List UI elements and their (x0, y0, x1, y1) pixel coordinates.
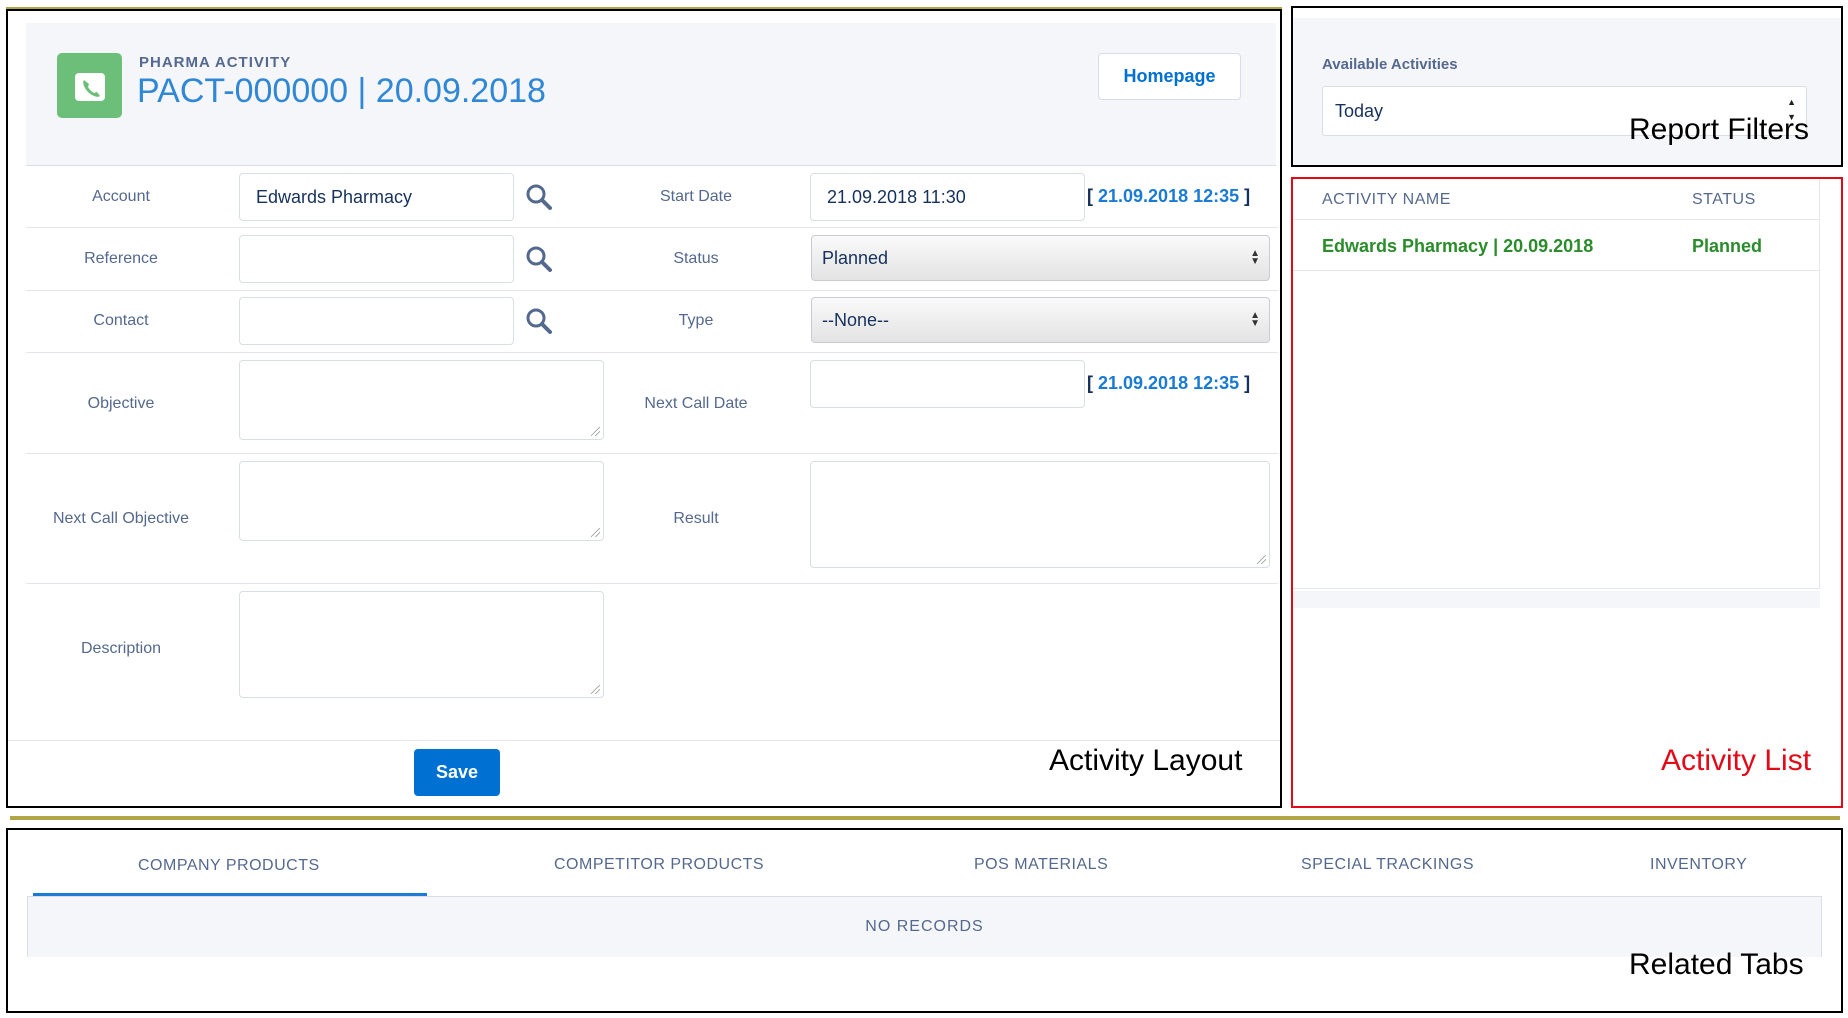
tab-inventory[interactable]: INVENTORY (1650, 856, 1747, 874)
search-icon[interactable] (524, 244, 554, 274)
select-arrows-icon: ▲ ▼ (1250, 310, 1260, 329)
no-records-message: NO RECORDS (865, 918, 984, 935)
type-label: Type (678, 312, 714, 329)
status-label: Status (673, 250, 719, 267)
report-filters-caption: Report Filters (1629, 113, 1810, 146)
available-activities-label: Available Activities (1322, 56, 1458, 73)
account-label: Account (92, 188, 150, 205)
save-button[interactable]: Save (414, 749, 500, 796)
row-divider (1293, 270, 1820, 271)
contact-label: Contact (93, 312, 149, 329)
result-textarea[interactable] (810, 461, 1270, 568)
footer-divider (8, 740, 1280, 741)
account-input[interactable]: Edwards Pharmacy (239, 173, 514, 221)
reference-label: Reference (84, 250, 158, 267)
horizontal-scrollbar[interactable] (1293, 591, 1820, 608)
objective-textarea[interactable] (239, 360, 604, 440)
row-divider (26, 290, 1278, 291)
next-call-date-link-text[interactable]: 21.09.2018 12:35 (1098, 373, 1239, 393)
result-label: Result (673, 510, 719, 527)
description-label: Description (80, 640, 162, 657)
tab-company-products[interactable]: COMPANY PRODUCTS (138, 857, 320, 875)
contact-input[interactable] (239, 297, 514, 345)
middle-separator (10, 816, 1840, 820)
row-divider (26, 352, 1278, 353)
account-value: Edwards Pharmacy (256, 186, 413, 207)
search-icon[interactable] (524, 306, 554, 336)
activity-list-caption: Activity List (1661, 744, 1812, 777)
start-date-label: Start Date (659, 188, 733, 205)
type-value: --None-- (822, 309, 890, 330)
status-select[interactable]: Planned ▲ ▼ (811, 235, 1270, 281)
homepage-button[interactable]: Homepage (1098, 53, 1241, 100)
reference-input[interactable] (239, 235, 514, 283)
start-date-input[interactable]: 21.09.2018 11:30 (810, 173, 1085, 221)
tab-pos-materials[interactable]: POS MATERIALS (974, 856, 1108, 874)
next-call-date-now-link[interactable]: [ 21.09.2018 12:35 ] (1087, 373, 1250, 394)
start-date-link-text[interactable]: 21.09.2018 12:35 (1098, 186, 1239, 206)
header-divider (1293, 219, 1820, 220)
tab-special-trackings[interactable]: SPECIAL TRACKINGS (1301, 856, 1474, 874)
objective-label: Objective (87, 395, 155, 412)
activity-layout-caption: Activity Layout (1049, 744, 1243, 777)
object-type-label: PHARMA ACTIVITY (139, 54, 292, 71)
tab-competitor-products[interactable]: COMPETITOR PRODUCTS (554, 856, 764, 874)
phone-icon (57, 53, 122, 118)
row-divider (26, 583, 1278, 584)
column-header-status[interactable]: STATUS (1692, 191, 1756, 209)
row-divider (26, 227, 1278, 228)
select-arrows-icon: ▲ ▼ (1250, 248, 1260, 267)
type-select[interactable]: --None-- ▲ ▼ (811, 297, 1270, 343)
start-date-now-link[interactable]: [ 21.09.2018 12:35 ] (1087, 186, 1250, 207)
next-call-date-label: Next Call Date (644, 395, 748, 412)
activity-name-link[interactable]: Edwards Pharmacy | 20.09.2018 (1322, 236, 1593, 257)
row-divider (26, 453, 1278, 454)
search-icon[interactable] (524, 182, 554, 212)
column-header-activity-name[interactable]: ACTIVITY NAME (1322, 191, 1451, 209)
record-title: PACT-000000 | 20.09.2018 (137, 72, 546, 110)
next-call-objective-textarea[interactable] (239, 461, 604, 541)
activity-status: Planned (1692, 236, 1763, 256)
available-activities-value: Today (1335, 100, 1384, 121)
start-date-value: 21.09.2018 11:30 (827, 186, 966, 207)
status-value: Planned (822, 247, 889, 268)
next-call-date-input[interactable] (810, 360, 1085, 408)
next-call-objective-label: Next Call Objective (52, 510, 190, 527)
related-tabs-caption: Related Tabs (1629, 948, 1804, 981)
description-textarea[interactable] (239, 591, 604, 698)
filters-top-strip (1293, 8, 1841, 18)
